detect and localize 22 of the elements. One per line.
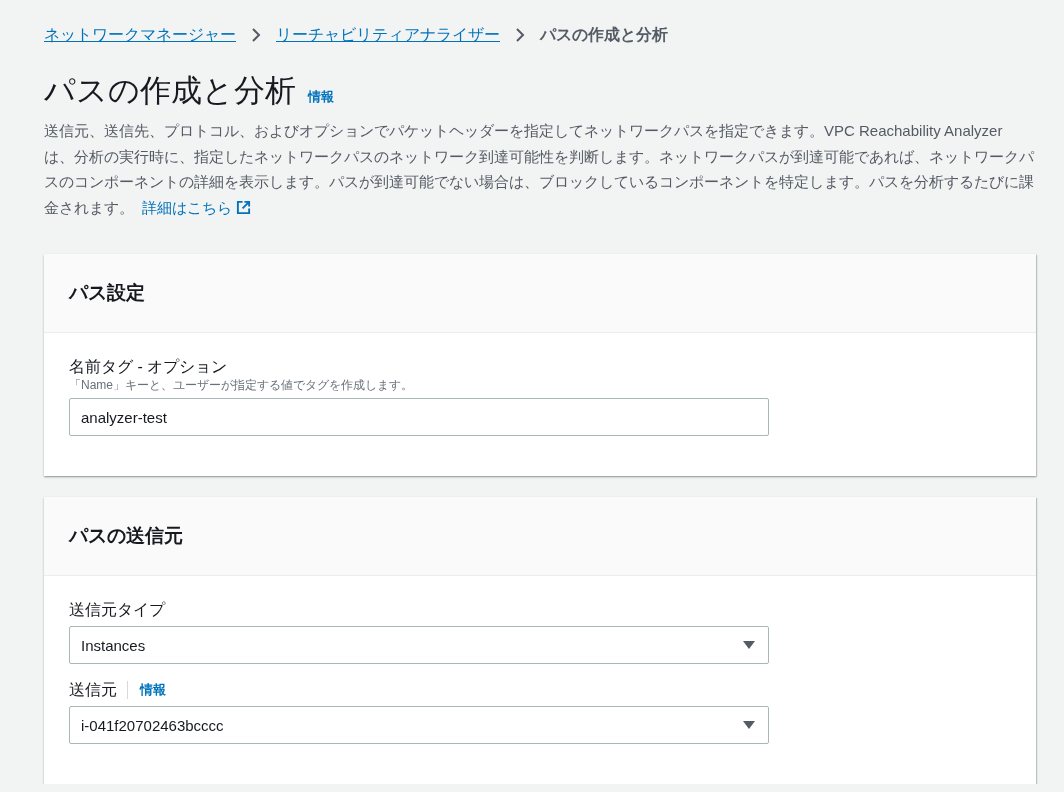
select-field[interactable]: i-041f20702463bcccc [69,706,769,744]
info-link[interactable]: 情報 [308,88,334,106]
select-field[interactable]: Instances [69,626,769,664]
section-title: パスの送信元 [69,524,183,548]
info-link[interactable]: 情報 [127,681,166,699]
caret-down-icon [742,640,756,650]
field-hint: 「Name」キーと、ユーザーが指定する値でタグを作成します。 [69,377,414,394]
section-title: パス設定 [69,281,145,305]
page-title: パスの作成と分析 [44,72,296,110]
field-label: 送信元 [69,679,117,700]
description-text: 送信元、送信先、プロトコル、およびオプションでパケットヘッダーを指定してネットワークパスを指定できます。VPC Reachability Analyzer は、分析の実行時に、指定したネットワークパスのネットワーク到達可能性を判断します。ネットワークパスが到達可能であれば、ネットワークパスのコンポーネントの詳細を表示します。パスが到達可能でない場合は、ブロックしているコンポーネントを特定します。パスを分析するたびに課金されます。 詳細はこちら [44,121,1035,218]
name-tag-field[interactable]: analyzer-test [69,398,769,436]
field-label: 名前タグ - オプション [69,356,228,377]
breadcrumb-current: パスの作成と分析 [540,24,668,45]
external-link-icon [236,199,251,215]
learn-more-link[interactable]: 詳細はこちら [142,198,251,216]
chevron-icon [250,28,262,42]
breadcrumb-link[interactable]: リーチャビリティアナライザー [276,24,500,46]
field-label: 送信元タイプ [69,599,165,620]
caret-down-icon [742,720,756,730]
breadcrumb-link[interactable]: ネットワークマネージャー [44,24,236,46]
chevron-icon [514,28,526,42]
